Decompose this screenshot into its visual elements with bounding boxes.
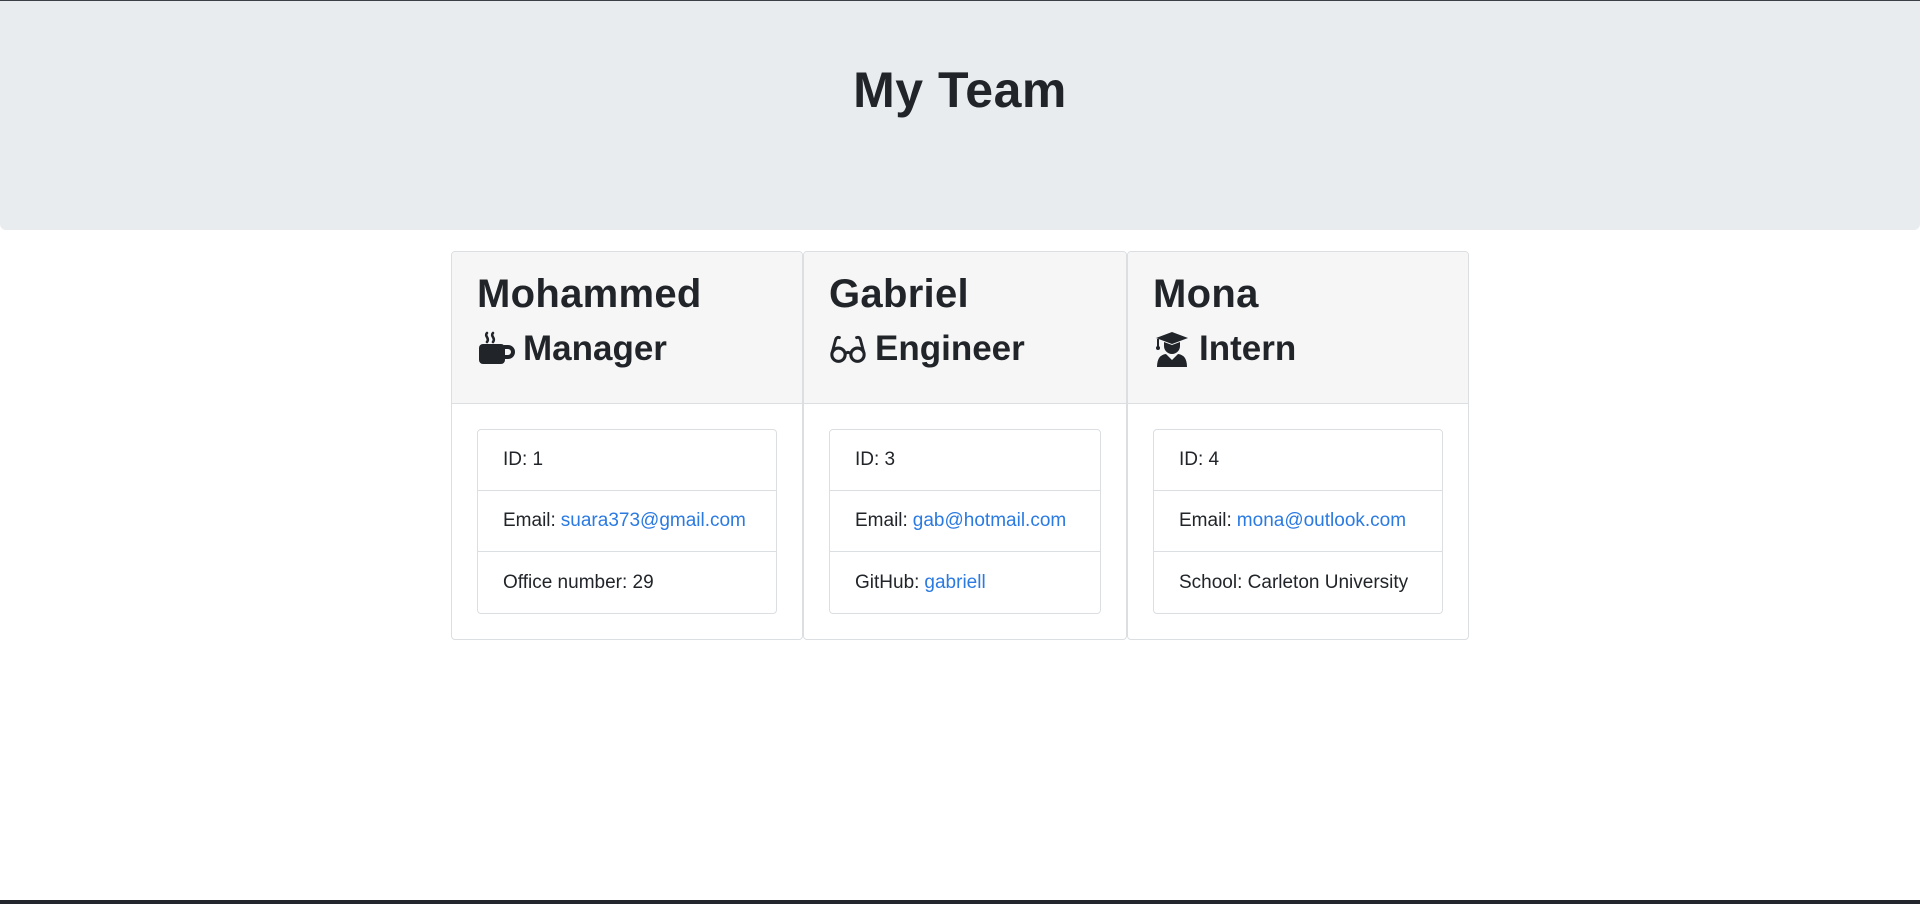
id-text: ID: 3 [855, 449, 896, 470]
info-email: Email: suara373@gmail.com [478, 491, 776, 552]
page-title: My Team [853, 61, 1067, 118]
employee-name: Gabriel [829, 272, 969, 316]
card-body: ID: 3 Email: gab@hotmail.com GitHub: gab… [804, 404, 1126, 639]
email-label: Email: [1179, 510, 1232, 531]
card-header: Mohammed Manager [452, 252, 802, 404]
info-github: GitHub: gabriell [830, 552, 1100, 613]
id-text: ID: 1 [503, 449, 544, 470]
info-email: Email: mona@outlook.com [1154, 491, 1442, 552]
page-header: My Team [0, 1, 1920, 230]
info-email: Email: gab@hotmail.com [830, 491, 1100, 552]
info-list: ID: 1 Email: suara373@gmail.com Office n… [477, 429, 777, 614]
employee-name: Mohammed [477, 272, 702, 316]
github-label: GitHub: [855, 571, 920, 593]
role-label: Manager [523, 329, 667, 368]
email-link[interactable]: suara373@gmail.com [561, 510, 746, 532]
email-label: Email: [503, 510, 556, 531]
role-label: Engineer [875, 329, 1025, 368]
info-office-number: Office number: 29 [478, 552, 776, 613]
github-link[interactable]: gabriell [924, 572, 985, 594]
employee-card-intern: Mona Intern ID: 4 Email: mona@outlook.co… [1127, 251, 1469, 640]
email-link[interactable]: gab@hotmail.com [913, 510, 1066, 532]
info-list: ID: 3 Email: gab@hotmail.com GitHub: gab… [829, 429, 1101, 614]
info-id: ID: 4 [1154, 430, 1442, 491]
glasses-icon [829, 330, 867, 368]
id-text: ID: 4 [1179, 449, 1220, 470]
employee-role: Engineer [829, 328, 1101, 370]
school-text: School: Carleton University [1179, 571, 1409, 593]
coffee-icon [477, 330, 515, 368]
office-number-text: Office number: 29 [503, 571, 654, 593]
email-link[interactable]: mona@outlook.com [1237, 510, 1406, 532]
info-list: ID: 4 Email: mona@outlook.com School: Ca… [1153, 429, 1443, 614]
email-label: Email: [855, 510, 908, 531]
bottom-edge-bar [0, 900, 1920, 904]
card-header: Gabriel Engineer [804, 252, 1126, 404]
role-label: Intern [1199, 329, 1297, 368]
employee-name: Mona [1153, 272, 1259, 316]
employee-card-manager: Mohammed Manager ID: 1 Email: suara373@g… [451, 251, 803, 640]
card-header: Mona Intern [1128, 252, 1468, 404]
info-id: ID: 1 [478, 430, 776, 491]
team-cards: Mohammed Manager ID: 1 Email: suara373@g… [451, 251, 1469, 640]
employee-role: Manager [477, 328, 777, 370]
employee-role: Intern [1153, 328, 1443, 370]
employee-card-engineer: Gabriel Engineer ID: 3 Email: gab@hotmai… [803, 251, 1127, 640]
info-school: School: Carleton University [1154, 552, 1442, 613]
card-body: ID: 1 Email: suara373@gmail.com Office n… [452, 404, 802, 639]
card-body: ID: 4 Email: mona@outlook.com School: Ca… [1128, 404, 1468, 639]
info-id: ID: 3 [830, 430, 1100, 491]
graduate-icon [1153, 330, 1191, 368]
